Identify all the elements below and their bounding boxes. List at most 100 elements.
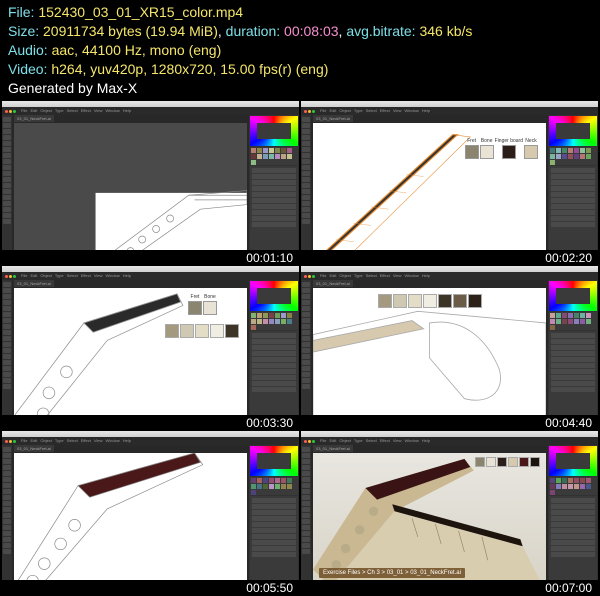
tools-panel[interactable] [2,280,12,418]
app-menubar[interactable]: FileEditObjectTypeSelectEffectViewWindow… [2,107,299,115]
canvas-area[interactable]: 03_01_NeckFret.ai Fret Bone Finger board… [311,115,548,253]
layers-panel[interactable] [250,496,298,582]
menu-item[interactable]: Type [55,274,64,278]
app-menubar[interactable]: FileEditObjectTypeSelectEffectViewWindow… [301,107,598,115]
menu-item[interactable]: Type [354,274,363,278]
tools-panel[interactable] [301,280,311,418]
swatches-panel[interactable] [250,477,298,495]
swatches-panel[interactable] [549,477,597,495]
menu-item[interactable]: View [94,109,103,113]
document-tab[interactable]: 03_01_NeckFret.ai [313,115,353,122]
menu-item[interactable]: Effect [81,439,91,443]
canvas-area[interactable]: 03_01_NeckFret.ai [12,115,249,253]
menu-item[interactable]: Edit [329,274,336,278]
menu-item[interactable]: Edit [30,109,37,113]
menu-item[interactable]: Effect [380,439,390,443]
tools-panel[interactable] [2,115,12,253]
menu-item[interactable]: View [393,274,402,278]
layers-panel[interactable] [250,331,298,417]
color-picker-panel[interactable] [549,116,597,146]
tools-panel[interactable] [301,445,311,583]
menu-item[interactable]: View [393,439,402,443]
menu-item[interactable]: Help [422,109,430,113]
app-menubar[interactable]: FileEditObjectTypeSelectEffectViewWindow… [301,437,598,445]
swatches-panel[interactable] [250,312,298,330]
menu-item[interactable]: Window [404,109,418,113]
menu-item[interactable]: Select [366,274,377,278]
tools-panel[interactable] [301,115,311,253]
menu-item[interactable]: Object [40,439,52,443]
menu-item[interactable]: Select [67,109,78,113]
menu-item[interactable]: Effect [380,274,390,278]
layers-panel[interactable] [549,166,597,252]
canvas-area[interactable]: 03_01_NeckFret.ai [311,280,548,418]
layers-panel[interactable] [250,166,298,252]
document-tab[interactable]: 03_01_NeckFret.ai [313,445,353,452]
menu-item[interactable]: Select [67,274,78,278]
menu-item[interactable]: Edit [329,439,336,443]
color-picker-panel[interactable] [250,281,298,311]
menu-item[interactable]: Edit [30,439,37,443]
menu-item[interactable]: Select [366,439,377,443]
menu-item[interactable]: Type [354,109,363,113]
right-panels [548,445,598,583]
menu-item[interactable]: Window [105,274,119,278]
document-tab[interactable]: 03_01_NeckFret.ai [14,280,54,287]
document-tab[interactable]: 03_01_NeckFret.ai [313,280,353,287]
menu-item[interactable]: Window [105,109,119,113]
menu-item[interactable]: Type [354,439,363,443]
menu-item[interactable]: Effect [81,274,91,278]
menu-item[interactable]: File [21,439,27,443]
menu-item[interactable]: File [21,109,27,113]
canvas-area[interactable]: 03_01_NeckFret.ai Fret Bone [12,280,249,418]
menu-item[interactable]: Object [339,274,351,278]
canvas-area[interactable]: 03_01_NeckFret.ai [12,445,249,583]
menu-item[interactable]: File [320,439,326,443]
color-picker-panel[interactable] [250,446,298,476]
menu-item[interactable]: Object [40,109,52,113]
menu-item[interactable]: View [94,274,103,278]
menu-item[interactable]: Window [404,439,418,443]
menu-item[interactable]: Help [422,439,430,443]
menu-item[interactable]: Help [123,109,131,113]
color-picker-panel[interactable] [549,281,597,311]
menu-item[interactable]: Help [123,439,131,443]
document-tab[interactable]: 03_01_NeckFret.ai [14,445,54,452]
timecode-overlay: 00:02:20 [301,250,598,264]
menu-item[interactable]: Help [123,274,131,278]
right-panels [249,115,299,253]
swatches-panel[interactable] [549,312,597,330]
menu-item[interactable]: Object [339,109,351,113]
menu-item[interactable]: Help [422,274,430,278]
menu-item[interactable]: File [320,109,326,113]
app-menubar[interactable]: FileEditObjectTypeSelectEffectViewWindow… [301,272,598,280]
swatches-panel[interactable] [250,147,298,165]
menu-item[interactable]: Effect [380,109,390,113]
menu-item[interactable]: Type [55,109,64,113]
menu-item[interactable]: Window [105,439,119,443]
menu-item[interactable]: Edit [30,274,37,278]
color-picker-panel[interactable] [250,116,298,146]
menu-item[interactable]: File [21,274,27,278]
layers-panel[interactable] [549,331,597,417]
menu-item[interactable]: Type [55,439,64,443]
menu-item[interactable]: Effect [81,109,91,113]
app-menubar[interactable]: FileEditObjectTypeSelectEffectViewWindow… [2,272,299,280]
menu-item[interactable]: Select [366,109,377,113]
menu-item[interactable]: Window [404,274,418,278]
color-picker-panel[interactable] [549,446,597,476]
menu-item[interactable]: Object [40,274,52,278]
menu-item[interactable]: File [320,274,326,278]
app-menubar[interactable]: FileEditObjectTypeSelectEffectViewWindow… [2,437,299,445]
menu-item[interactable]: Object [339,439,351,443]
canvas-area[interactable]: 03_01_NeckFret.ai Exercise Files > Ch 3 … [311,445,548,583]
swatches-panel[interactable] [549,147,597,165]
document-tab[interactable]: 03_01_NeckFret.ai [14,115,54,122]
menu-item[interactable]: Edit [329,109,336,113]
tools-panel[interactable] [2,445,12,583]
menu-item[interactable]: View [393,109,402,113]
menu-item[interactable]: Select [67,439,78,443]
duration-label: duration: [226,23,280,39]
layers-panel[interactable] [549,496,597,582]
menu-item[interactable]: View [94,439,103,443]
